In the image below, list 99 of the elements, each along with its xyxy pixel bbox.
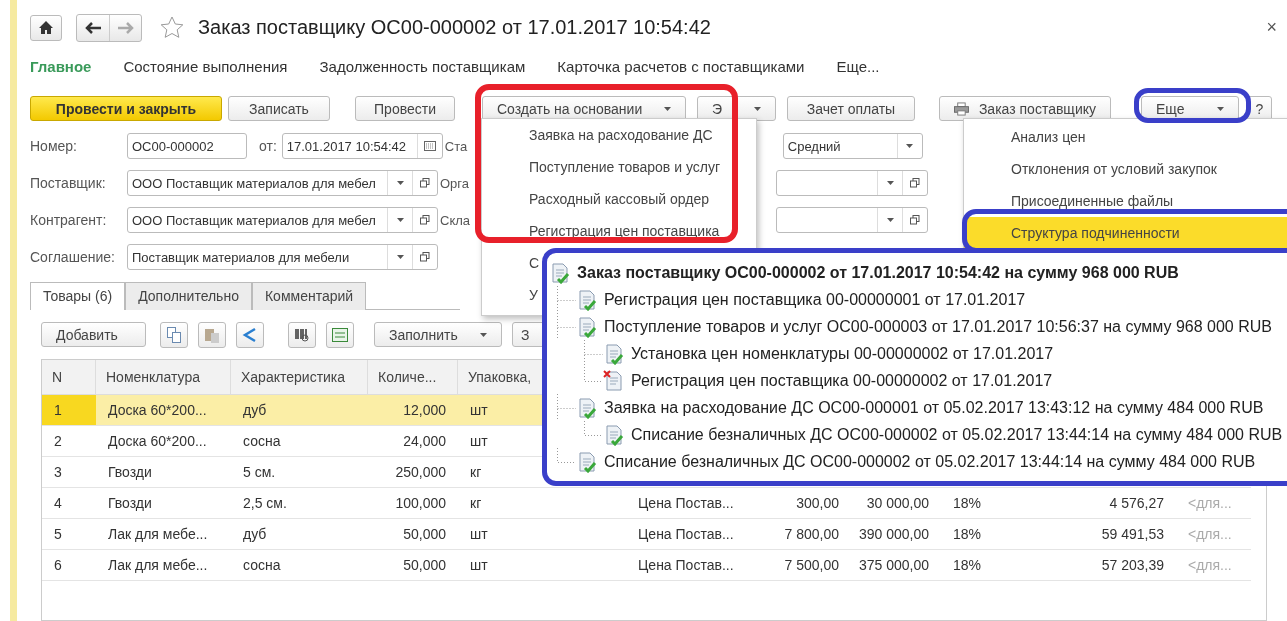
caret-icon xyxy=(396,255,404,260)
close-button[interactable]: × xyxy=(1260,16,1283,40)
calendar-icon xyxy=(423,141,436,152)
toolbar-button[interactable]: Записать xyxy=(228,96,330,122)
document-posted-icon xyxy=(549,261,571,284)
column-header[interactable]: N xyxy=(42,360,96,396)
table-cell: Доска 60*200... xyxy=(96,395,231,427)
tree-connector xyxy=(557,394,576,421)
tab[interactable]: Комментарий xyxy=(251,281,367,310)
menu-item[interactable]: Поступление товаров и услуг xyxy=(482,151,756,183)
document-posted-icon xyxy=(576,450,598,473)
back-arrow-icon xyxy=(85,21,101,34)
table-icon xyxy=(332,327,348,342)
field-label: Орга xyxy=(439,175,471,191)
tree-connector xyxy=(557,313,576,340)
tree-connector xyxy=(557,286,576,313)
fill-button[interactable]: Заполнить xyxy=(374,322,502,347)
document-posted-icon xyxy=(576,315,598,338)
document-link[interactable]: Регистрация цен поставщика 00-00000002 от 17.01.2017 xyxy=(631,371,1053,390)
menu-item[interactable]: Расходный кассовый ордер xyxy=(482,183,756,215)
toolbar-button[interactable]: Провести xyxy=(355,96,455,122)
field-label: Соглашение: xyxy=(30,249,116,266)
document-posted-icon xyxy=(603,423,625,446)
field-label: Поставщик: xyxy=(30,175,107,192)
section-link[interactable]: Еще... xyxy=(836,58,880,76)
tab[interactable]: Товары (6) xyxy=(30,281,126,310)
menu-item[interactable]: Анализ цен xyxy=(964,121,1287,153)
column-header[interactable]: Количе... xyxy=(368,360,458,396)
copy-icon xyxy=(167,326,181,343)
window-title: Заказ поставщику ОС00-000002 от 17.01.2017 10:54:42 xyxy=(198,16,712,40)
open-icon xyxy=(420,252,430,263)
caret-icon xyxy=(1217,106,1224,111)
section-link[interactable]: Карточка расчетов с поставщиками xyxy=(557,58,805,76)
field-label: Ста xyxy=(443,138,469,154)
number-field[interactable]: ОС00-000002 xyxy=(127,133,247,160)
share-button[interactable] xyxy=(236,321,264,348)
menu-item[interactable]: Структура подчиненности xyxy=(964,217,1287,249)
toolbar-button[interactable]: Провести и закрыть xyxy=(30,96,222,122)
field-label: Скла xyxy=(439,212,472,228)
home-button[interactable] xyxy=(30,14,62,41)
column-header[interactable]: Номенклатура xyxy=(96,360,231,396)
document-link[interactable]: Заказ поставщику ОС00-000002 от 17.01.2017 10:54:42 на сумму 968 000 RUB xyxy=(577,263,1179,282)
clipboard-icon xyxy=(204,326,220,343)
caret-icon xyxy=(886,181,894,186)
document-link[interactable]: Регистрация цен поставщика 00-00000001 от 17.01.2017 xyxy=(604,290,1026,309)
document-posted-icon xyxy=(576,288,598,311)
paste-button[interactable] xyxy=(198,321,226,348)
document-link[interactable]: Списание безналичных ДС ОС00-000002 от 05.02.2017 13:44:14 на сумму 484 000 RUB xyxy=(631,425,1283,444)
caret-icon xyxy=(480,332,487,337)
tree-connector xyxy=(584,421,603,436)
table-cell: дуб xyxy=(231,395,368,427)
add-button[interactable]: Добавить xyxy=(41,322,146,347)
import-button[interactable] xyxy=(326,321,354,348)
document-link[interactable]: Установка цен номенклатуры 00-00000002 от 17.01.2017 xyxy=(631,344,1054,363)
field-label: Номер: xyxy=(30,138,78,155)
section-link[interactable]: Главное xyxy=(30,58,92,76)
caret-icon xyxy=(396,181,404,186)
printer-icon xyxy=(954,101,969,116)
table-cell: 12,000 xyxy=(368,395,458,427)
select-field[interactable]: ООО Поставщик материалов для мебел xyxy=(127,170,438,197)
forward-arrow-icon xyxy=(117,21,134,34)
menu-item[interactable]: Регистрация цен поставщика xyxy=(482,215,756,247)
caret-icon xyxy=(906,144,914,149)
section-link[interactable]: Состояние выполнения xyxy=(123,58,288,76)
document-posted-icon xyxy=(603,342,625,365)
menu-item[interactable]: Присоединенные файлы xyxy=(964,185,1287,217)
barcode-button[interactable] xyxy=(288,321,316,348)
select-field[interactable] xyxy=(776,170,928,197)
select-field[interactable]: Поставщик материалов для мебели xyxy=(127,244,438,271)
open-icon xyxy=(910,178,920,189)
caret-icon xyxy=(754,106,761,111)
open-icon xyxy=(910,215,920,226)
menu-item[interactable]: Заявка на расходование ДС xyxy=(482,119,756,151)
document-link[interactable]: Поступление товаров и услуг ОС00-000003 от 17.01.2017 10:56:37 на сумму 968 000 RUB xyxy=(604,317,1272,336)
star-icon[interactable] xyxy=(160,15,184,40)
select-field[interactable]: ООО Поставщик материалов для мебел xyxy=(127,207,438,234)
select-field[interactable] xyxy=(776,207,928,234)
caret-icon xyxy=(664,106,671,111)
status-field[interactable]: Средний xyxy=(782,133,923,160)
toolbar-button[interactable]: Зачет оплаты xyxy=(787,96,915,122)
caret-icon xyxy=(886,218,894,223)
tab[interactable]: Дополнительно xyxy=(125,281,252,310)
column-header[interactable]: Характеристика xyxy=(231,360,368,396)
barcode-icon xyxy=(294,326,310,343)
table-cell: 1 xyxy=(42,395,96,427)
tree-connector xyxy=(557,448,576,463)
open-icon xyxy=(420,178,430,189)
open-icon xyxy=(420,215,430,226)
caret-icon xyxy=(396,218,404,223)
share-icon xyxy=(242,326,258,343)
field-label: от: xyxy=(259,138,277,155)
document-deleted-icon xyxy=(603,369,625,392)
field-label: Контрагент: xyxy=(30,212,108,229)
menu-item[interactable]: Отклонения от условий закупок xyxy=(964,153,1287,185)
document-posted-icon xyxy=(576,396,598,419)
section-link[interactable]: Задолженность поставщикам xyxy=(319,58,526,76)
copy-button[interactable] xyxy=(160,321,188,348)
date-field[interactable]: 17.01.2017 10:54:42 xyxy=(281,133,443,160)
home-icon xyxy=(39,21,53,35)
